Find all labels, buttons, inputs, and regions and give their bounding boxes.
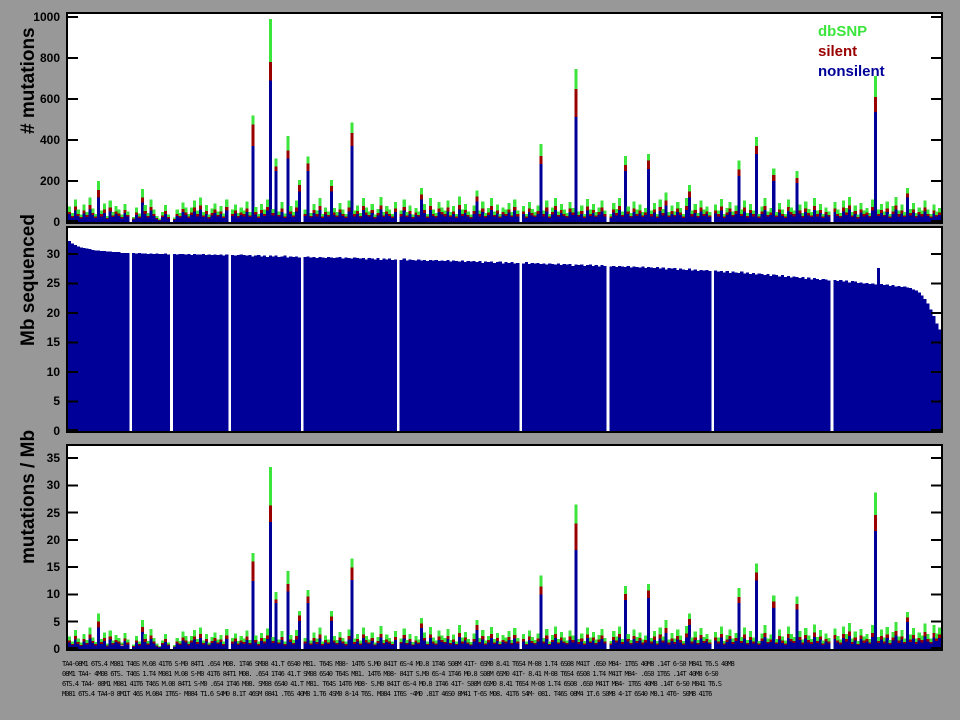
y-tick-label: 5 — [53, 614, 60, 629]
y-tick-label: 30 — [46, 478, 60, 493]
yticks-mutations: 0 200 400 600 800 1000 — [0, 10, 62, 229]
legend: dbSNP silent nonsilent — [818, 22, 885, 82]
sample-labels-row: 6TS.4 TA4- 08M1 M081 41T6 T46S M.08 84T1… — [62, 680, 722, 688]
y-tick-label: 0 — [53, 215, 60, 229]
y-tick-label: 20 — [46, 532, 60, 547]
mb-sequenced-bar-plot — [68, 240, 941, 431]
y-tick-label: 15 — [46, 560, 60, 575]
y-tick-label: 10 — [46, 364, 60, 379]
legend-item-silent: silent — [818, 43, 858, 60]
y-tick-label: 0 — [53, 424, 60, 438]
panel-mutations-per-mb — [66, 444, 943, 651]
y-tick-label: 400 — [39, 133, 60, 148]
sample-labels-row: M081 6TS.4 TA4-0 8M1T 46S M.084 1T6S- M0… — [62, 690, 712, 698]
y-tick-label: 15 — [46, 335, 60, 350]
panel-mb-sequenced — [66, 226, 943, 433]
y-tick-label: 35 — [46, 451, 60, 465]
mutations-bar-plot — [68, 16, 941, 222]
y-tick-label: 5 — [53, 394, 60, 409]
y-tick-label: 25 — [46, 505, 60, 520]
sample-label-strip: TA4-08M1 6TS.4 M081 T46S M.08 41T6 S-M0 … — [62, 659, 946, 703]
y-tick-label: 30 — [46, 246, 60, 261]
yticks-mb-sequenced: 0 5 10 15 20 25 30 — [0, 228, 62, 438]
y-tick-label: 1000 — [33, 10, 60, 25]
legend-item-dbsnp: dbSNP — [818, 23, 868, 40]
sample-labels-row: 08M1 TA4- 4M08 6TS. T46S 1.T4 M081 M.08 … — [62, 670, 719, 678]
y-tick-label: 600 — [39, 92, 60, 107]
y-tick-label: 25 — [46, 276, 60, 291]
y-tick-label: 0 — [53, 642, 60, 656]
sample-labels-row: TA4-08M1 6TS.4 M081 T46S M.08 41T6 S-M0 … — [62, 660, 735, 668]
y-tick-label: 20 — [46, 305, 60, 320]
legend-item-nonsilent: nonsilent — [818, 63, 885, 80]
panel-mutations — [66, 12, 943, 224]
mutation-figure: # mutations 0 200 400 600 800 1000 dbSNP sile… — [0, 0, 960, 720]
mutations-per-mb-bar-plot — [68, 457, 941, 649]
y-tick-label: 800 — [39, 51, 60, 66]
y-tick-label: 10 — [46, 587, 60, 602]
y-tick-label: 200 — [39, 174, 60, 188]
yticks-mutations-per-mb: 0 5 10 15 20 25 30 35 — [0, 446, 62, 656]
